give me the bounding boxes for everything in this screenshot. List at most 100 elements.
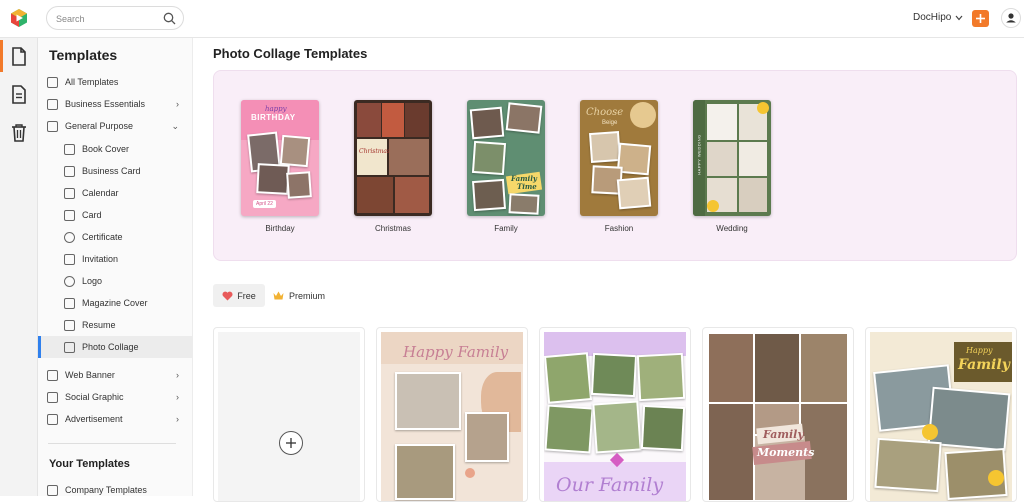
featured-label: Birthday — [265, 224, 295, 233]
sidebar-item-invitation[interactable]: Invitation — [38, 248, 193, 270]
add-blank-button[interactable] — [279, 431, 303, 455]
template-title: Family — [958, 357, 1010, 373]
sidebar-item-certificate[interactable]: Certificate — [38, 226, 193, 248]
sidebar-item-all-templates[interactable]: All Templates — [38, 71, 193, 93]
thumbnail-text: Choose — [586, 107, 624, 118]
photo-frame — [544, 352, 593, 404]
template-title: Our Family — [556, 474, 664, 496]
icon-rail — [0, 38, 38, 496]
sidebar-divider — [48, 443, 176, 444]
dochipo-logo-icon[interactable] — [9, 8, 29, 28]
photo-frame — [469, 106, 505, 140]
id-card-icon — [64, 165, 75, 177]
template-card-happy-family[interactable]: Happy Family — [376, 327, 528, 502]
magazine-icon — [64, 297, 75, 309]
featured-template-fashion[interactable]: Choose Beige Fashion — [580, 100, 658, 233]
photo-frame — [616, 176, 652, 210]
sidebar-item-social-graphic[interactable]: Social Graphic › — [38, 386, 193, 408]
thumbnail-text: Christmas — [359, 148, 391, 155]
user-avatar-button[interactable] — [1001, 8, 1021, 28]
sidebar-item-resume[interactable]: Resume — [38, 314, 193, 336]
sidebar-item-business-card[interactable]: Business Card — [38, 160, 193, 182]
account-menu[interactable]: DocHipo — [913, 12, 963, 23]
rail-trash[interactable] — [0, 116, 38, 148]
sidebar-item-general-purpose[interactable]: General Purpose ⌄ — [38, 115, 193, 137]
photo-frame — [471, 140, 507, 176]
plus-icon — [286, 438, 296, 448]
sidebar-item-card[interactable]: Card — [38, 204, 193, 226]
sidebar-item-logo[interactable]: Logo — [38, 270, 193, 292]
template-title: Moments — [757, 446, 815, 459]
photo-frame — [505, 102, 543, 134]
search-box[interactable] — [46, 6, 184, 30]
filter-free-label: Free — [237, 290, 256, 301]
template-thumbnail: Family Moments — [707, 332, 849, 501]
featured-label: Christmas — [374, 224, 411, 233]
ribbon-icon — [64, 231, 75, 243]
grid-icon — [47, 76, 58, 88]
sidebar-item-advertisement[interactable]: Advertisement › — [38, 408, 193, 430]
document-text-icon — [12, 85, 26, 104]
photo-frame — [256, 163, 290, 195]
featured-template-christmas[interactable]: Christmas Christmas — [354, 100, 432, 233]
template-thumbnail: Happy Family — [870, 332, 1012, 501]
invitation-icon — [64, 253, 75, 265]
thumbnail-text: Time — [517, 182, 537, 191]
featured-template-family[interactable]: Family Time Family — [467, 100, 545, 233]
filter-free-button[interactable]: Free — [213, 284, 265, 307]
featured-label: Family — [494, 224, 518, 233]
sidebar-item-calendar[interactable]: Calendar — [38, 182, 193, 204]
template-card-happy-family-2[interactable]: Happy Family — [865, 327, 1017, 502]
blank-canvas — [218, 332, 360, 501]
thumbnail-text: happy — [265, 105, 287, 113]
template-thumbnail: Happy Family — [381, 332, 523, 501]
sidebar-title: Templates — [49, 47, 118, 63]
layers-icon — [47, 120, 58, 132]
sidebar-item-web-banner[interactable]: Web Banner › — [38, 364, 193, 386]
template-card-our-family[interactable]: Our Family — [539, 327, 691, 502]
template-thumbnail[interactable]: Christmas — [354, 100, 432, 216]
photo-frame — [286, 171, 312, 199]
chevron-down-icon: ⌄ — [171, 121, 179, 131]
photo-frame — [636, 352, 686, 402]
photo-frame — [508, 193, 540, 215]
photo-frame — [592, 400, 642, 454]
photo-frame — [640, 404, 686, 452]
sidebar-item-company-templates[interactable]: Company Templates — [38, 479, 193, 501]
template-thumbnail[interactable]: Family Time — [467, 100, 545, 216]
rail-templates[interactable] — [0, 40, 38, 72]
photo-frame — [465, 412, 509, 462]
template-thumbnail[interactable]: Choose Beige — [580, 100, 658, 216]
photo-frame — [395, 444, 455, 500]
rail-my-documents[interactable] — [0, 78, 38, 110]
social-icon — [47, 391, 58, 403]
sidebar-item-photo-collage[interactable]: Photo Collage — [38, 336, 193, 358]
page-title: Photo Collage Templates — [213, 46, 368, 61]
document-icon — [12, 47, 26, 66]
plus-icon — [976, 14, 985, 23]
featured-template-birthday[interactable]: happy BIRTHDAY April 22 Birthday — [241, 100, 319, 233]
crown-icon — [273, 291, 284, 300]
search-icon[interactable] — [163, 12, 176, 25]
sidebar-item-book-cover[interactable]: Book Cover — [38, 138, 193, 160]
template-title: Happy Family — [403, 343, 509, 361]
filter-premium-button[interactable]: Premium — [273, 284, 337, 307]
template-thumbnail[interactable]: HAPPY WEDDING — [693, 100, 771, 216]
template-thumbnail[interactable]: happy BIRTHDAY April 22 — [241, 100, 319, 216]
featured-label: Fashion — [604, 224, 634, 233]
chevron-right-icon: › — [176, 414, 179, 424]
search-input[interactable] — [56, 11, 156, 26]
featured-template-wedding[interactable]: HAPPY WEDDING Wedding — [693, 100, 771, 233]
template-card-family-moments[interactable]: Family Moments — [702, 327, 854, 502]
create-new-button[interactable] — [972, 10, 989, 27]
photo-frame — [588, 130, 622, 164]
browser-icon — [47, 369, 58, 381]
thumbnail-text: BIRTHDAY — [251, 113, 296, 122]
thumbnail-tag: April 22 — [253, 200, 276, 208]
photo-frame — [471, 178, 507, 212]
photo-frame — [544, 404, 594, 454]
resume-icon — [64, 319, 75, 331]
sidebar-item-business-essentials[interactable]: Business Essentials › — [38, 93, 193, 115]
blank-template-card[interactable] — [213, 327, 365, 502]
sidebar-item-magazine-cover[interactable]: Magazine Cover — [38, 292, 193, 314]
